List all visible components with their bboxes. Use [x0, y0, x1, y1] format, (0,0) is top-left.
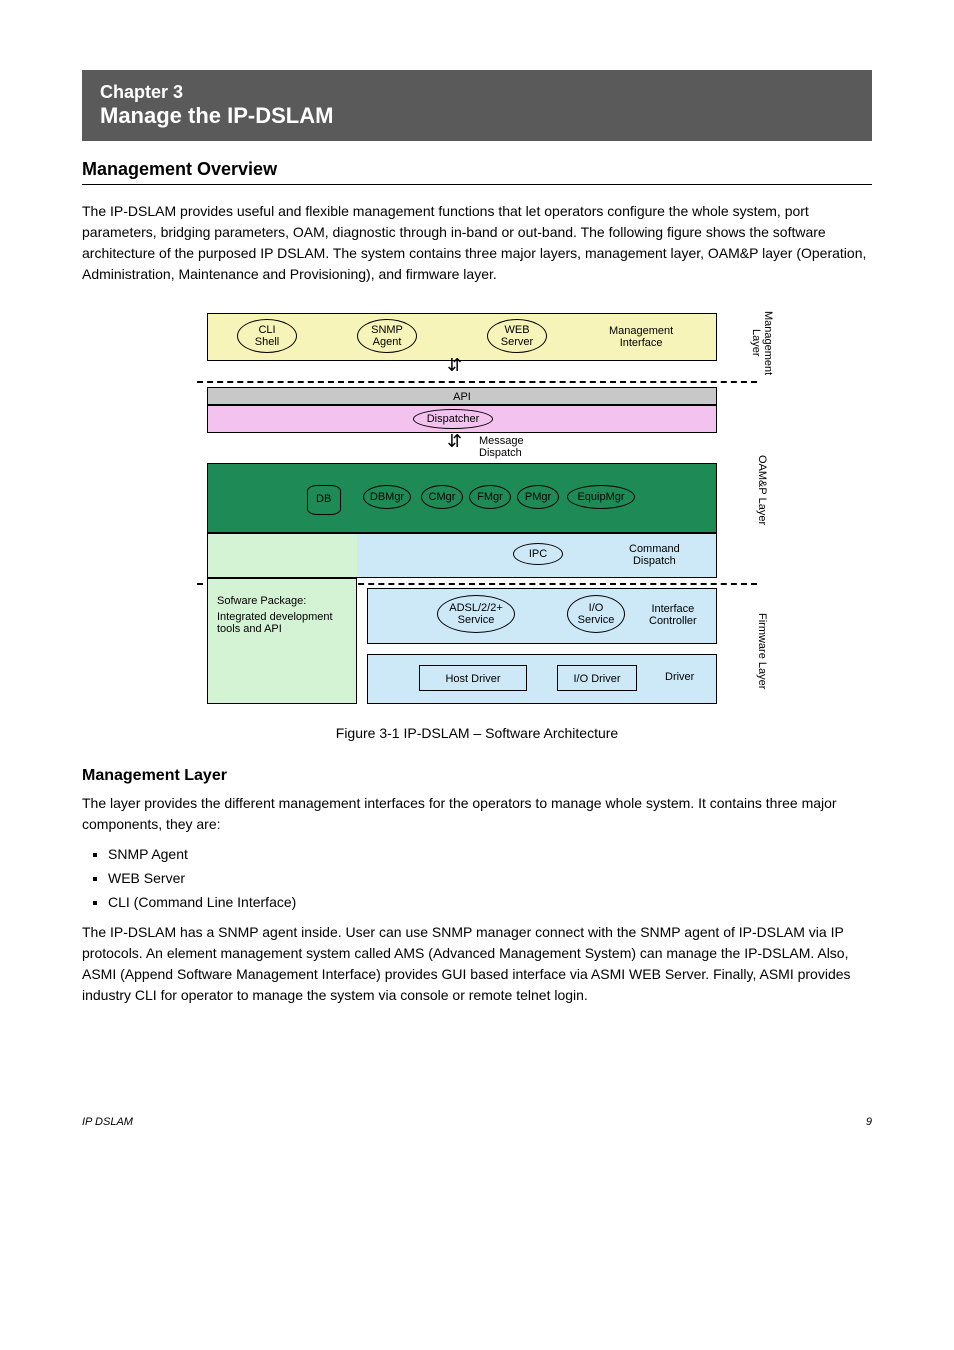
section-title: Management Overview: [82, 159, 872, 180]
management-components-list: SNMP Agent WEB Server CLI (Command Line …: [108, 843, 872, 914]
driver-label: Driver: [665, 671, 694, 683]
management-layer-heading: Management Layer: [82, 767, 872, 785]
web-server-oval: WEB Server: [487, 319, 547, 353]
host-driver-box: Host Driver: [419, 665, 527, 691]
footer-right: 9: [866, 1116, 872, 1128]
layer-label-oamp: OAM&P Layer: [749, 405, 775, 575]
io-driver-box: I/O Driver: [557, 665, 637, 691]
command-dispatch-label: Command Dispatch: [629, 543, 680, 567]
equipmgr-oval: EquipMgr: [567, 485, 635, 509]
api-bar: API: [207, 387, 717, 405]
cmgr-oval: CMgr: [421, 485, 463, 509]
io-service-oval: I/O Service: [567, 595, 625, 633]
list-item: CLI (Command Line Interface): [108, 891, 872, 915]
chapter-number: Chapter 3: [100, 82, 854, 103]
management-layer-text: The layer provides the different managem…: [82, 793, 872, 835]
layer-label-management: Management Layer: [749, 313, 775, 373]
footer-left: IP DSLAM: [82, 1116, 133, 1128]
message-dispatch-label: Message Dispatch: [479, 435, 524, 459]
software-package-title: Sofware Package:: [217, 595, 306, 607]
intro-paragraph: The IP-DSLAM provides useful and flexibl…: [82, 201, 872, 285]
pmgr-oval: PMgr: [517, 485, 559, 509]
section-rule: [82, 184, 872, 185]
ipc-oval: IPC: [513, 543, 563, 565]
command-dispatch-left: [207, 533, 357, 578]
chapter-header: Chapter 3 Manage the IP-DSLAM: [82, 70, 872, 141]
list-item: SNMP Agent: [108, 843, 872, 867]
list-item: WEB Server: [108, 867, 872, 891]
interface-controller-label: Interface Controller: [649, 603, 697, 627]
fmgr-oval: FMgr: [469, 485, 511, 509]
figure-caption: Figure 3-1 IP-DSLAM – Software Architect…: [82, 725, 872, 741]
cli-shell-oval: CLI Shell: [237, 319, 297, 353]
dash-separator: [197, 381, 757, 383]
db-label: DB: [316, 493, 331, 505]
architecture-figure: Management Layer OAM&P Layer Firmware La…: [197, 305, 757, 715]
layer-label-firmware: Firmware Layer: [749, 595, 775, 707]
snmp-agent-oval: SNMP Agent: [357, 319, 417, 353]
dispatcher-oval: Dispatcher: [413, 409, 493, 429]
management-layer-para2: The IP-DSLAM has a SNMP agent inside. Us…: [82, 922, 872, 1006]
dbmgr-oval: DBMgr: [363, 485, 411, 509]
software-package-desc: Integrated development tools and API: [217, 611, 333, 635]
mgmt-interface-label: Management Interface: [609, 325, 673, 349]
adsl-service-oval: ADSL/2/2+ Service: [437, 595, 515, 633]
page-footer: IP DSLAM 9: [82, 1116, 872, 1128]
chapter-title: Manage the IP-DSLAM: [100, 103, 854, 129]
